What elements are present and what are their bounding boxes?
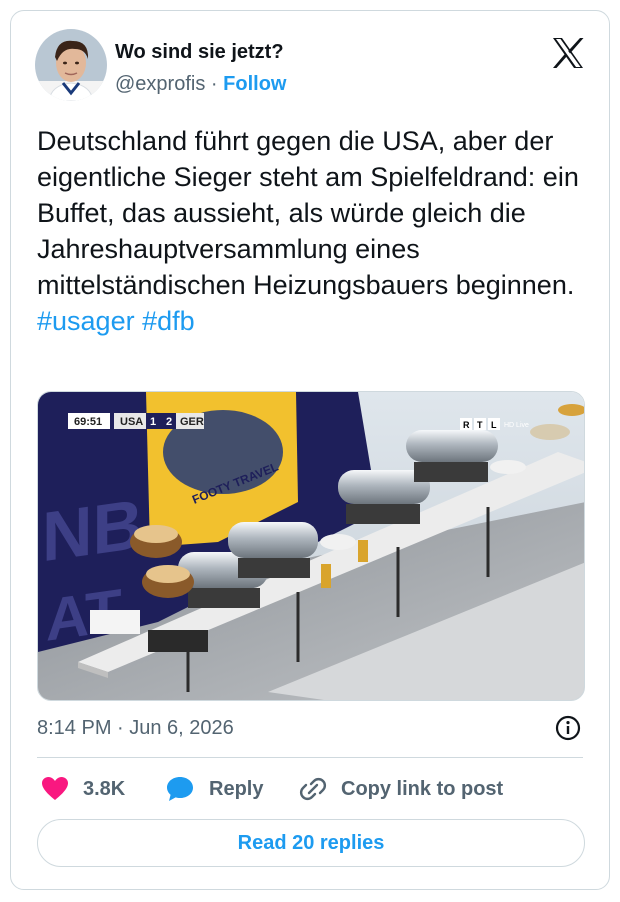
like-button[interactable]: 3.8K xyxy=(41,773,125,805)
score-away: 2 xyxy=(166,416,172,428)
action-bar: 3.8K Reply Copy link to post xyxy=(37,773,597,805)
copy-link-label: Copy link to post xyxy=(341,777,504,800)
follow-button[interactable]: Follow xyxy=(223,73,286,95)
avatar[interactable] xyxy=(35,29,107,101)
read-replies-button[interactable]: Read 20 replies xyxy=(37,819,585,867)
tweet-timestamp[interactable]: 8:14 PM · Jun 6, 2026 xyxy=(37,717,234,740)
link-icon xyxy=(299,777,327,801)
speech-bubble-icon xyxy=(167,777,193,801)
info-icon[interactable] xyxy=(555,715,581,741)
reply-button[interactable]: Reply xyxy=(165,773,263,805)
match-clock: 69:51 xyxy=(74,416,102,428)
scoreboard-overlay: 69:51 USA 1 2 GER xyxy=(68,413,204,429)
team-away: GER xyxy=(180,416,204,428)
score-home: 1 xyxy=(150,416,156,428)
buffet-photo: NB AT FOOTY TRAVEL 69:51 USA 1 2 GER R T… xyxy=(38,392,584,700)
svg-text:NB: NB xyxy=(42,484,143,577)
x-logo-icon[interactable] xyxy=(551,37,585,69)
tweet-text: Deutschland führt gegen die USA, aber de… xyxy=(37,123,597,339)
author-handle[interactable]: @exprofis xyxy=(115,73,205,95)
like-count: 3.8K xyxy=(83,777,126,800)
broadcaster-quality: HD Live xyxy=(504,422,529,429)
team-home: USA xyxy=(120,416,143,428)
heart-icon xyxy=(42,777,68,800)
tweet-card: Wo sind sie jetzt? @exprofis · Follow De… xyxy=(10,10,610,890)
svg-text:R: R xyxy=(463,420,470,430)
tweet-media-image[interactable]: NB AT FOOTY TRAVEL 69:51 USA 1 2 GER R T… xyxy=(37,391,585,701)
author-name[interactable]: Wo sind sie jetzt? xyxy=(115,41,284,64)
copy-link-button[interactable]: Copy link to post xyxy=(299,773,503,805)
reply-label: Reply xyxy=(209,777,264,800)
avatar-image xyxy=(35,29,107,101)
svg-text:L: L xyxy=(491,420,497,430)
tweet-body: Deutschland führt gegen die USA, aber de… xyxy=(37,126,579,300)
hashtag-usager[interactable]: #usager xyxy=(37,306,135,336)
svg-text:T: T xyxy=(477,420,483,430)
separator-dot: · xyxy=(210,73,218,95)
divider xyxy=(37,757,583,758)
hashtag-dfb[interactable]: #dfb xyxy=(142,306,195,336)
author-meta: @exprofis · Follow xyxy=(115,73,286,96)
